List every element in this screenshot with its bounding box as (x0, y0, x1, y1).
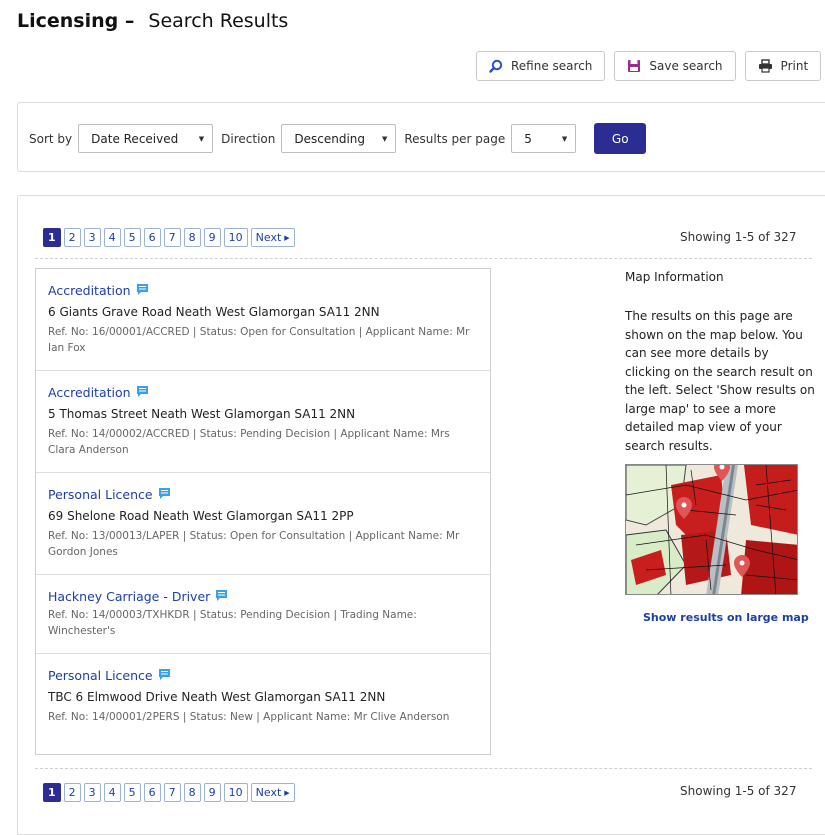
results-list: Accreditation 6 Giants Grave Road Neath … (35, 268, 491, 755)
sort-by-label: Sort by (29, 131, 73, 146)
list-item[interactable]: Accreditation 6 Giants Grave Road Neath … (36, 269, 490, 371)
page-link-6[interactable]: 6 (143, 783, 161, 802)
pagination-top: 1 2 3 4 5 6 7 8 9 10 Next ▶ (43, 228, 295, 247)
direction-value: Descending (294, 131, 365, 146)
next-label: Next (255, 231, 282, 244)
page-link-3[interactable]: 3 (83, 228, 101, 247)
next-label: Next (255, 786, 282, 799)
refine-search-label: Refine search (511, 59, 593, 73)
page-link-9[interactable]: 9 (203, 228, 221, 247)
save-search-button[interactable]: Save search (614, 51, 736, 81)
map-thumbnail[interactable] (625, 464, 798, 595)
page-link-8[interactable]: 8 (183, 783, 201, 802)
page-link-9[interactable]: 9 (203, 783, 221, 802)
results-per-page-label: Results per page (404, 131, 506, 146)
list-item[interactable]: Personal Licence TBC 6 Elmwood Drive Nea… (36, 654, 490, 754)
sort-panel: Sort by Date Received ▼ Direction Descen… (17, 102, 825, 172)
sort-by-select[interactable]: Date Received ▼ (78, 124, 214, 153)
pagination-bottom: 1 2 3 4 5 6 7 8 9 10 Next ▶ (43, 783, 295, 802)
result-title[interactable]: Personal Licence (48, 487, 153, 502)
result-meta: Ref. No: 16/00001/ACCRED | Status: Open … (48, 326, 470, 354)
page-title: Licensing – Search Results (17, 10, 288, 32)
map-info-text: The results on this page are shown on th… (625, 309, 815, 453)
refine-search-button[interactable]: Refine search (476, 51, 606, 81)
next-page-link[interactable]: Next ▶ (250, 228, 295, 247)
chevron-down-icon: ▼ (381, 134, 388, 143)
page-link-10[interactable]: 10 (223, 783, 248, 802)
page-link-2[interactable]: 2 (63, 783, 81, 802)
comment-icon (136, 385, 148, 400)
results-count: Showing 1-5 of 327 (680, 230, 797, 244)
page-link-1[interactable]: 1 (43, 228, 61, 247)
toolbar: Refine search Save search Print (476, 51, 822, 81)
comment-icon (136, 283, 148, 298)
result-meta: Ref. No: 14/00001/2PERS | Status: New | … (48, 711, 450, 723)
page-link-5[interactable]: 5 (123, 783, 141, 802)
result-title[interactable]: Accreditation (48, 385, 131, 400)
floppy-disk-icon (627, 59, 641, 73)
page-link-2[interactable]: 2 (63, 228, 81, 247)
show-large-map-link[interactable]: Show results on large map (643, 611, 809, 624)
go-button[interactable]: Go (594, 123, 647, 154)
list-item[interactable]: Accreditation 5 Thomas Street Neath West… (36, 371, 490, 473)
result-address: 6 Giants Grave Road Neath West Glamorgan… (48, 305, 380, 319)
page-link-6[interactable]: 6 (143, 228, 161, 247)
sort-by-value: Date Received (91, 131, 179, 146)
direction-select[interactable]: Descending ▼ (281, 124, 397, 153)
search-icon (489, 59, 503, 73)
result-address: TBC 6 Elmwood Drive Neath West Glamorgan… (48, 690, 386, 704)
result-title[interactable]: Hackney Carriage - Driver (48, 589, 210, 604)
result-title[interactable]: Personal Licence (48, 668, 153, 683)
list-item[interactable]: Personal Licence 69 Shelone Road Neath W… (36, 473, 490, 575)
next-page-link[interactable]: Next ▶ (250, 783, 295, 802)
page-title-main: Licensing – (17, 10, 135, 32)
chevron-down-icon: ▼ (198, 134, 205, 143)
print-button[interactable]: Print (744, 51, 822, 81)
divider (35, 768, 812, 769)
caret-right-icon: ▶ (284, 233, 290, 242)
print-label: Print (780, 59, 809, 73)
page-link-7[interactable]: 7 (163, 783, 181, 802)
result-meta: Ref. No: 14/00002/ACCRED | Status: Pendi… (48, 428, 450, 456)
page-link-8[interactable]: 8 (183, 228, 201, 247)
page-link-10[interactable]: 10 (223, 228, 248, 247)
divider (35, 258, 812, 259)
result-title[interactable]: Accreditation (48, 283, 131, 298)
printer-icon (758, 59, 773, 73)
page-link-3[interactable]: 3 (83, 783, 101, 802)
results-per-page-value: 5 (524, 131, 532, 146)
result-address: 69 Shelone Road Neath West Glamorgan SA1… (48, 509, 354, 523)
result-meta: Ref. No: 13/00013/LAPER | Status: Open f… (48, 530, 460, 558)
direction-label: Direction (221, 131, 276, 146)
comment-icon (158, 668, 170, 683)
page-title-sub: Search Results (148, 10, 289, 32)
result-address: 5 Thomas Street Neath West Glamorgan SA1… (48, 407, 356, 421)
result-meta: Ref. No: 14/00003/TXHKDR | Status: Pendi… (48, 609, 417, 637)
results-per-page-select[interactable]: 5 ▼ (511, 124, 577, 153)
caret-right-icon: ▶ (284, 788, 290, 797)
list-item[interactable]: Hackney Carriage - Driver Ref. No: 14/00… (36, 575, 490, 654)
page-link-7[interactable]: 7 (163, 228, 181, 247)
chevron-down-icon: ▼ (561, 134, 568, 143)
map-info-title: Map Information (625, 270, 724, 284)
page-link-5[interactable]: 5 (123, 228, 141, 247)
comment-icon (158, 487, 170, 502)
save-search-label: Save search (649, 59, 723, 73)
page-link-1[interactable]: 1 (43, 783, 61, 802)
page-link-4[interactable]: 4 (103, 783, 121, 802)
page-link-4[interactable]: 4 (103, 228, 121, 247)
map-info: Map Information The results on this page… (625, 268, 815, 455)
comment-icon (216, 589, 228, 604)
results-count: Showing 1-5 of 327 (680, 784, 797, 798)
